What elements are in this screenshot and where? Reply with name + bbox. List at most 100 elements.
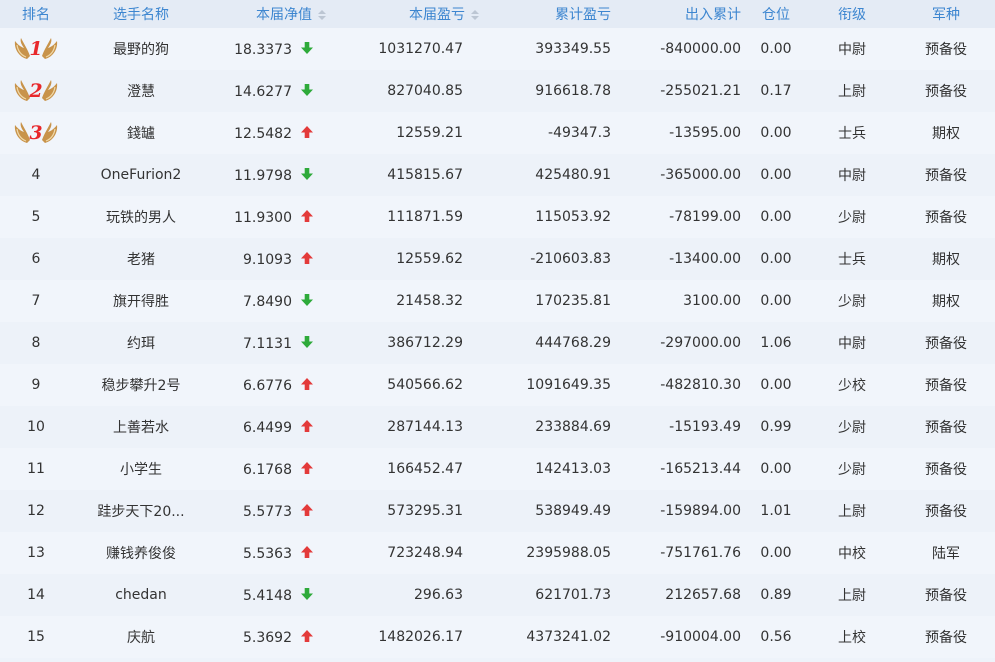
position-value: 0.00 xyxy=(760,545,792,561)
total-value: 115053.92 xyxy=(535,209,611,225)
profit-value: 540566.62 xyxy=(387,377,463,393)
header-position[interactable]: 仓位 xyxy=(745,0,807,28)
table-row[interactable]: 13 赚钱养俊俊 5.5363 723248.94 2395988.05 -751761.… xyxy=(0,532,995,574)
title-value: 中校 xyxy=(838,546,866,562)
rank-number: 4 xyxy=(31,167,41,183)
profit-value: 166452.47 xyxy=(387,461,463,477)
table-row[interactable]: 14 chedan 5.4148 296.63 621701.73 212657.68 0.… xyxy=(0,574,995,616)
arrow-up-icon xyxy=(292,629,314,646)
flow-value: -255021.21 xyxy=(660,83,741,99)
arrow-down-icon xyxy=(292,587,314,604)
branch-value: 预备役 xyxy=(925,336,967,352)
flow-value: -910004.00 xyxy=(660,629,741,645)
rank-number: 9 xyxy=(31,377,41,393)
profit-value: 415815.67 xyxy=(387,167,463,183)
flow-value: -159894.00 xyxy=(660,503,741,519)
header-title[interactable]: 衔级 xyxy=(807,0,897,28)
player-name[interactable]: 最野的狗 xyxy=(72,28,210,70)
nav-cell: 6.6776 xyxy=(210,364,330,406)
header-nav-label: 本届净值 xyxy=(256,7,312,23)
table-row[interactable]: 11 小学生 6.1768 166452.47 142413.03 -165213.44 0… xyxy=(0,448,995,490)
player-name[interactable]: chedan xyxy=(72,574,210,616)
nav-cell: 5.3692 xyxy=(210,616,330,658)
rank-cell: 4 xyxy=(0,154,72,196)
rank-number: 12 xyxy=(27,503,45,519)
header-profit[interactable]: 本届盈亏 xyxy=(330,0,483,28)
table-row[interactable]: 1 最野的狗 18.3373 1031270.47 393349.55 -840000.0… xyxy=(0,28,995,70)
rank-number: 14 xyxy=(27,587,45,603)
table-row[interactable]: 9 稳步攀升2号 6.6776 540566.62 1091649.35 -482810.… xyxy=(0,364,995,406)
sort-icon[interactable] xyxy=(318,10,326,20)
table-row[interactable]: 2 澄慧 14.6277 827040.85 916618.78 -255021.21 0.… xyxy=(0,70,995,112)
player-name[interactable]: 赚钱养俊俊 xyxy=(72,532,210,574)
table-row[interactable]: 6 老猪 9.1093 12559.62 -210603.83 -13400.00 0.00… xyxy=(0,238,995,280)
position-value: 0.99 xyxy=(760,419,792,435)
player-name[interactable]: 稳步攀升2号 xyxy=(72,364,210,406)
player-name[interactable]: 上善若水 xyxy=(72,406,210,448)
branch-value: 预备役 xyxy=(925,84,967,100)
nav-cell: 9.1093 xyxy=(210,238,330,280)
flow-value: -297000.00 xyxy=(660,335,741,351)
header-name[interactable]: 选手名称 xyxy=(72,0,210,28)
nav-cell: 6.4499 xyxy=(210,406,330,448)
profit-value: 1031270.47 xyxy=(378,41,463,57)
player-name[interactable]: 旗开得胜 xyxy=(72,280,210,322)
player-name[interactable]: 澄慧 xyxy=(72,70,210,112)
arrow-up-icon xyxy=(292,503,314,520)
nav-value: 12.5482 xyxy=(234,125,292,142)
table-row[interactable]: 4 OneFurion2 11.9798 415815.67 425480.91 -365… xyxy=(0,154,995,196)
total-value: 233884.69 xyxy=(535,419,611,435)
player-name[interactable]: 小学生 xyxy=(72,448,210,490)
sort-icon[interactable] xyxy=(471,10,479,20)
title-value: 士兵 xyxy=(838,126,866,142)
player-name[interactable]: OneFurion2 xyxy=(72,154,210,196)
header-flow[interactable]: 出入累计 xyxy=(613,0,745,28)
nav-value: 9.1093 xyxy=(243,251,292,268)
table-row[interactable]: 15 庆航 5.3692 1482026.17 4373241.02 -910004.00… xyxy=(0,616,995,658)
header-branch[interactable]: 军种 xyxy=(897,0,995,28)
title-value: 少校 xyxy=(838,378,866,394)
nav-cell: 11.9798 xyxy=(210,154,330,196)
rank-cell: 5 xyxy=(0,196,72,238)
player-name[interactable]: 老猪 xyxy=(72,238,210,280)
title-value: 中尉 xyxy=(838,336,866,352)
player-name[interactable]: 庆航 xyxy=(72,616,210,658)
flow-value: 212657.68 xyxy=(665,587,741,603)
branch-value: 预备役 xyxy=(925,504,967,520)
total-value: 1091649.35 xyxy=(526,377,611,393)
nav-value: 11.9300 xyxy=(234,209,292,226)
rank-cell: 6 xyxy=(0,238,72,280)
header-rank[interactable]: 排名 xyxy=(0,0,72,28)
header-total[interactable]: 累计盈亏 xyxy=(483,0,613,28)
rank-cell: 1 xyxy=(0,28,72,70)
player-name[interactable]: 錢罏 xyxy=(72,112,210,154)
nav-cell: 7.8490 xyxy=(210,280,330,322)
flow-value: -13595.00 xyxy=(669,125,741,141)
position-value: 0.00 xyxy=(760,377,792,393)
player-name[interactable]: 约珥 xyxy=(72,322,210,364)
rank-cell: 12 xyxy=(0,490,72,532)
arrow-down-icon xyxy=(292,83,314,100)
rank-number: 10 xyxy=(27,419,45,435)
rank-cell: 14 xyxy=(0,574,72,616)
table-row[interactable]: 7 旗开得胜 7.8490 21458.32 170235.81 3100.00 0.00 少… xyxy=(0,280,995,322)
rank-number: 8 xyxy=(31,335,41,351)
player-name[interactable]: 跬步天下20... xyxy=(72,490,210,532)
medal-wings-icon: 2 xyxy=(13,78,59,104)
table-row[interactable]: 10 上善若水 6.4499 287144.13 233884.69 -15193.49 0… xyxy=(0,406,995,448)
medal-wings-icon: 1 xyxy=(13,36,59,62)
title-value: 少尉 xyxy=(838,294,866,310)
arrow-down-icon xyxy=(292,41,314,58)
nav-cell: 7.1131 xyxy=(210,322,330,364)
total-value: 425480.91 xyxy=(535,167,611,183)
table-row[interactable]: 12 跬步天下20... 5.5773 573295.31 538949.49 -1598… xyxy=(0,490,995,532)
table-row[interactable]: 3 錢罏 12.5482 12559.21 -49347.3 -13595.00 0.00 士… xyxy=(0,112,995,154)
table-row[interactable]: 5 玩铁的男人 11.9300 111871.59 115053.92 -78199.00… xyxy=(0,196,995,238)
title-value: 少尉 xyxy=(838,420,866,436)
total-value: -210603.83 xyxy=(530,251,611,267)
header-nav[interactable]: 本届净值 xyxy=(210,0,330,28)
medal-wings-icon: 3 xyxy=(13,120,59,146)
player-name[interactable]: 玩铁的男人 xyxy=(72,196,210,238)
nav-value: 5.5363 xyxy=(243,545,292,562)
table-row[interactable]: 8 约珥 7.1131 386712.29 444768.29 -297000.00 1.0… xyxy=(0,322,995,364)
